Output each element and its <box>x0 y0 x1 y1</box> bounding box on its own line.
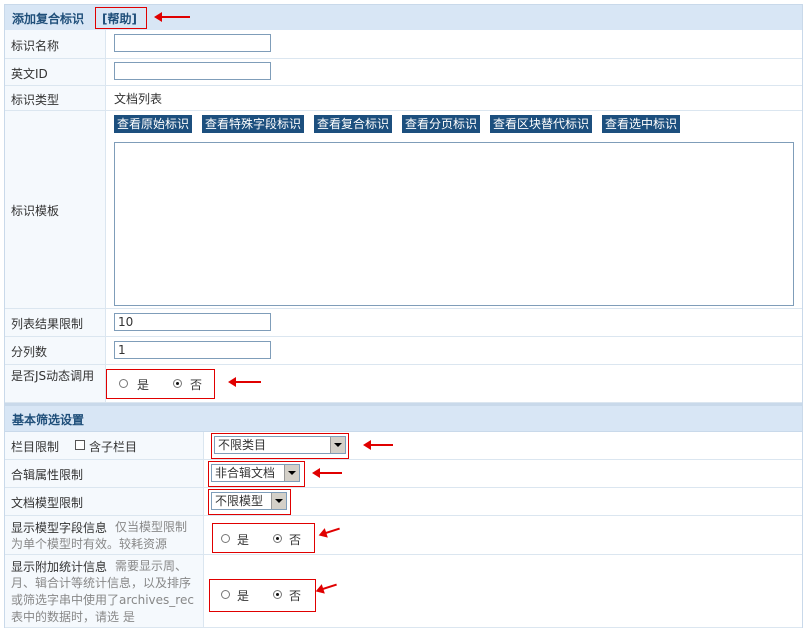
tag-template-label-cell: 标识模板 <box>5 111 106 309</box>
help-link[interactable]: [帮助] <box>102 10 137 27</box>
album-value-cell: 非合辑文档 <box>204 460 802 488</box>
show-model-fields-yes-radio[interactable] <box>221 534 230 543</box>
show-stats-label-cell: 显示附加统计信息 需要显示周、月、辑合计等统计信息，以及排序或筛选字串中使用了a… <box>5 555 204 628</box>
list-limit-label: 列表结果限制 <box>11 317 84 331</box>
model-select[interactable]: 不限模型 <box>211 492 287 510</box>
columns-label-cell: 分列数 <box>5 337 106 365</box>
album-select[interactable]: 非合辑文档 <box>211 464 300 482</box>
tag-type-value: 文档列表 <box>114 92 163 106</box>
annotation-arrow <box>312 468 342 478</box>
show-stats-value-cell: 是 否 <box>204 555 802 628</box>
category-label: 栏目限制 <box>11 440 60 454</box>
chevron-down-icon <box>284 465 299 481</box>
tag-type-label: 标识类型 <box>11 93 60 107</box>
columns-input[interactable]: 1 <box>114 341 271 359</box>
model-label: 文档模型限制 <box>11 496 84 510</box>
tag-type-value-cell: 文档列表 <box>106 86 802 111</box>
js-dynamic-label: 是否JS动态调用 <box>11 369 95 383</box>
form-table: 添加复合标识 [帮助] 标识名称 英文ID 标识类型 文档列表 标识模板 查看原… <box>4 4 803 628</box>
js-yes-radio[interactable] <box>119 379 128 388</box>
model-label-cell: 文档模型限制 <box>5 488 204 516</box>
album-label-cell: 合辑属性限制 <box>5 460 204 488</box>
annotation-arrow <box>324 527 340 535</box>
annotation-arrow <box>321 583 337 591</box>
show-model-fields-value-cell: 是 否 <box>204 516 802 555</box>
view-special-field-tag-button[interactable]: 查看特殊字段标识 <box>202 115 305 133</box>
list-limit-input[interactable]: 10 <box>114 313 271 331</box>
annotation-arrow <box>363 440 393 450</box>
js-no-label: 否 <box>190 378 203 392</box>
show-model-fields-label-cell: 显示模型字段信息 仅当模型限制为单个模型时有效。较耗资源 <box>5 516 204 555</box>
section-title: 添加复合标识 <box>12 12 85 26</box>
section-title: 基本筛选设置 <box>12 413 85 427</box>
include-sub-label: 含子栏目 <box>89 440 138 454</box>
model-value-cell: 不限模型 <box>204 488 802 516</box>
show-stats-yes-label: 是 <box>237 589 250 603</box>
list-limit-value-cell: 10 <box>106 309 802 337</box>
chevron-down-icon <box>271 493 286 509</box>
view-selected-tag-button[interactable]: 查看选中标识 <box>602 115 681 133</box>
show-model-fields-yes-label: 是 <box>237 533 250 547</box>
tag-template-label: 标识模板 <box>11 204 60 218</box>
show-model-fields-no-radio[interactable] <box>273 534 282 543</box>
chevron-down-icon <box>330 437 345 453</box>
list-limit-label-cell: 列表结果限制 <box>5 309 106 337</box>
tag-type-label-cell: 标识类型 <box>5 86 106 111</box>
show-model-fields-note: 仅当模型限制为单个模型时有效。较耗资源 <box>11 520 188 551</box>
tag-name-input[interactable] <box>114 34 271 52</box>
category-value-cell: 不限类目 <box>204 432 802 460</box>
model-select-value: 不限模型 <box>215 494 264 508</box>
english-id-label-cell: 英文ID <box>5 59 106 86</box>
view-composite-tag-button[interactable]: 查看复合标识 <box>314 115 393 133</box>
english-id-value-cell <box>106 59 802 86</box>
show-stats-no-radio[interactable] <box>273 590 282 599</box>
annotation-arrow <box>154 12 190 22</box>
view-paging-tag-button[interactable]: 查看分页标识 <box>402 115 481 133</box>
view-block-replace-tag-button[interactable]: 查看区块替代标识 <box>490 115 593 133</box>
include-sub-checkbox[interactable] <box>75 440 85 450</box>
section-header-add-tag: 添加复合标识 [帮助] <box>5 5 802 30</box>
album-select-value: 非合辑文档 <box>215 466 276 480</box>
js-dynamic-label-cell: 是否JS动态调用 <box>5 365 106 403</box>
category-label-cell: 栏目限制 含子栏目 <box>5 432 204 460</box>
tag-name-label-cell: 标识名称 <box>5 30 106 59</box>
tag-template-value-cell: 查看原始标识 查看特殊字段标识 查看复合标识 查看分页标识 查看区块替代标识 查… <box>106 111 802 309</box>
tag-template-textarea[interactable] <box>114 142 794 306</box>
section-header-basic-filter: 基本筛选设置 <box>5 406 802 431</box>
category-select-value: 不限类目 <box>218 438 267 452</box>
view-raw-tag-button[interactable]: 查看原始标识 <box>114 115 193 133</box>
album-label: 合辑属性限制 <box>11 468 84 482</box>
show-stats-note: 需要显示周、月、辑合计等统计信息，以及排序或筛选字串中使用了archives_r… <box>11 559 194 624</box>
js-yes-label: 是 <box>137 378 150 392</box>
tag-name-value-cell <box>106 30 802 59</box>
columns-value-cell: 1 <box>106 337 802 365</box>
english-id-input[interactable] <box>114 62 271 80</box>
js-dynamic-value-cell: 是 否 <box>106 365 802 403</box>
tag-name-label: 标识名称 <box>11 39 60 53</box>
js-no-radio[interactable] <box>173 379 182 388</box>
show-model-fields-no-label: 否 <box>289 533 302 547</box>
english-id-label: 英文ID <box>11 67 48 81</box>
show-stats-no-label: 否 <box>289 589 302 603</box>
columns-label: 分列数 <box>11 345 48 359</box>
show-stats-yes-radio[interactable] <box>221 590 230 599</box>
category-select[interactable]: 不限类目 <box>214 436 346 454</box>
annotation-arrow <box>228 377 261 387</box>
